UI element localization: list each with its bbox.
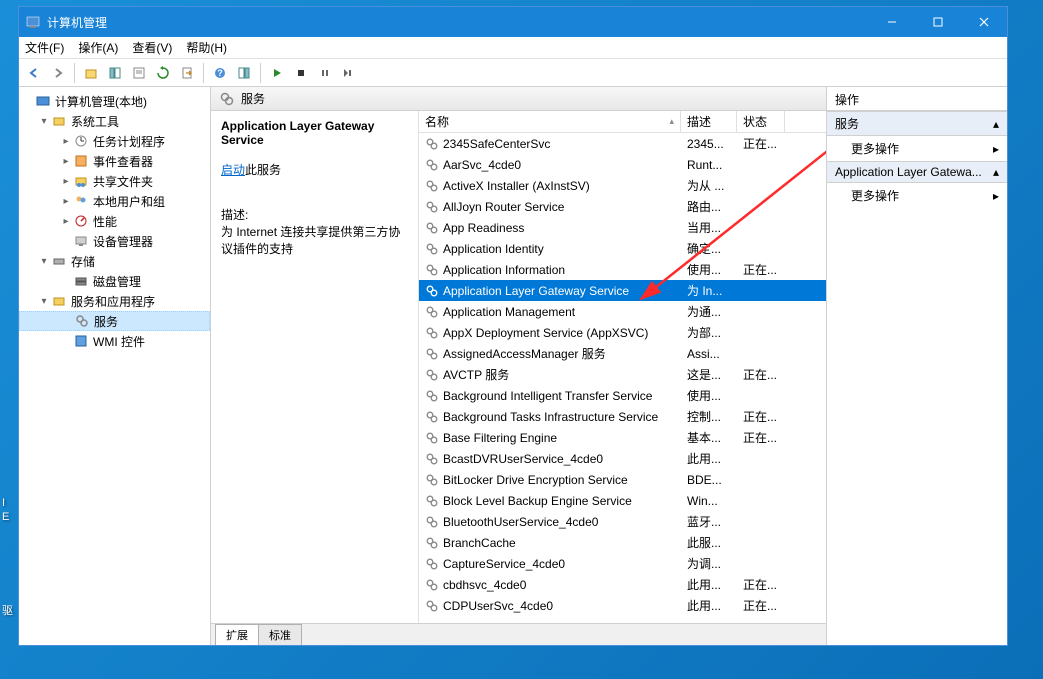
actions-more-1[interactable]: 更多操作▸ (827, 136, 1007, 161)
service-row[interactable]: Application Identity确定... (419, 238, 826, 259)
start-service-link[interactable]: 启动 (221, 163, 245, 177)
gear-icon (219, 91, 235, 107)
actions-more-2[interactable]: 更多操作▸ (827, 183, 1007, 208)
tree-local-users[interactable]: ▸本地用户和组 (19, 191, 210, 211)
play-button[interactable] (266, 62, 288, 84)
tab-extended[interactable]: 扩展 (215, 624, 259, 645)
tree-performance[interactable]: ▸性能 (19, 211, 210, 231)
service-row[interactable]: CDPUserSvc_4cde0此用...正在... (419, 595, 826, 616)
service-row[interactable]: AssignedAccessManager 服务Assi... (419, 343, 826, 364)
list-header: 名称▴ 描述 状态 (419, 111, 826, 133)
desktop-shortcut-label: I (2, 497, 5, 509)
tree-wmi[interactable]: WMI 控件 (19, 331, 210, 351)
tab-standard[interactable]: 标准 (258, 624, 302, 645)
service-detail-pane: Application Layer Gateway Service 启动此服务 … (211, 111, 419, 623)
mmc-window: 计算机管理 文件(F) 操作(A) 查看(V) 帮助(H) ? 计算机管理(本地… (18, 6, 1008, 646)
show-hide-action-button[interactable] (233, 62, 255, 84)
service-row[interactable]: Application Layer Gateway Service为 In... (419, 280, 826, 301)
selected-service-name: Application Layer Gateway Service (221, 119, 408, 147)
service-row[interactable]: BitLocker Drive Encryption ServiceBDE... (419, 469, 826, 490)
pause-button[interactable] (314, 62, 336, 84)
service-row[interactable]: BcastDVRUserService_4cde0此用... (419, 448, 826, 469)
help-button[interactable]: ? (209, 62, 231, 84)
service-row[interactable]: AppX Deployment Service (AppXSVC)为部... (419, 322, 826, 343)
refresh-button[interactable] (152, 62, 174, 84)
service-row[interactable]: BluetoothUserService_4cde0蓝牙... (419, 511, 826, 532)
tree-event-viewer[interactable]: ▸事件查看器 (19, 151, 210, 171)
up-button[interactable] (80, 62, 102, 84)
service-row[interactable]: cbdhsvc_4cde0此用...正在... (419, 574, 826, 595)
stop-button[interactable] (290, 62, 312, 84)
tree-system-tools[interactable]: ▾系统工具 (19, 111, 210, 131)
service-row[interactable]: Application Information使用...正在... (419, 259, 826, 280)
tree-root[interactable]: 计算机管理(本地) (19, 91, 210, 111)
forward-button[interactable] (47, 62, 69, 84)
center-header-label: 服务 (241, 90, 265, 107)
service-row[interactable]: AVCTP 服务这是...正在... (419, 364, 826, 385)
svg-text:?: ? (217, 68, 223, 78)
collapse-icon: ▴ (993, 117, 999, 131)
service-row[interactable]: Background Intelligent Transfer Service使… (419, 385, 826, 406)
service-row[interactable]: 2345SafeCenterSvc2345...正在... (419, 133, 826, 154)
actions-header: 操作 (827, 87, 1007, 111)
description-label: 描述: (221, 206, 408, 223)
tree-shared-folders[interactable]: ▸共享文件夹 (19, 171, 210, 191)
tree-device-manager[interactable]: 设备管理器 (19, 231, 210, 251)
column-status[interactable]: 状态 (737, 111, 785, 132)
service-row[interactable]: CaptureService_4cde0为调... (419, 553, 826, 574)
service-row[interactable]: Block Level Backup Engine ServiceWin... (419, 490, 826, 511)
menu-file[interactable]: 文件(F) (25, 39, 64, 56)
minimize-button[interactable] (869, 7, 915, 37)
tree-services[interactable]: 服务 (19, 311, 210, 331)
desktop-shortcut-label: 驱 (2, 602, 13, 618)
center-panel: 服务 Application Layer Gateway Service 启动此… (211, 87, 827, 645)
show-hide-tree-button[interactable] (104, 62, 126, 84)
menubar: 文件(F) 操作(A) 查看(V) 帮助(H) (19, 37, 1007, 59)
app-icon (25, 14, 41, 30)
toolbar: ? (19, 59, 1007, 87)
chevron-right-icon: ▸ (993, 142, 999, 156)
column-description[interactable]: 描述 (681, 111, 737, 132)
service-row[interactable]: BranchCache此服... (419, 532, 826, 553)
tree-storage[interactable]: ▾存储 (19, 251, 210, 271)
service-row[interactable]: Background Tasks Infrastructure Service控… (419, 406, 826, 427)
service-row[interactable]: ActiveX Installer (AxInstSV)为从 ... (419, 175, 826, 196)
window-title: 计算机管理 (47, 14, 869, 31)
menu-help[interactable]: 帮助(H) (186, 39, 227, 56)
close-button[interactable] (961, 7, 1007, 37)
restart-button[interactable] (338, 62, 360, 84)
chevron-right-icon: ▸ (993, 189, 999, 203)
center-header: 服务 (211, 87, 826, 111)
start-service-line: 启动此服务 (221, 161, 408, 178)
service-row[interactable]: Base Filtering Engine基本...正在... (419, 427, 826, 448)
collapse-icon: ▴ (993, 165, 999, 179)
bottom-tabs: 扩展 标准 (211, 623, 826, 645)
description-text: 为 Internet 连接共享提供第三方协议插件的支持 (221, 223, 408, 257)
menu-action[interactable]: 操作(A) (78, 39, 118, 56)
navigation-tree[interactable]: 计算机管理(本地) ▾系统工具 ▸任务计划程序 ▸事件查看器 ▸共享文件夹 ▸本… (19, 87, 211, 645)
maximize-button[interactable] (915, 7, 961, 37)
column-name[interactable]: 名称▴ (419, 111, 681, 132)
actions-group-selected[interactable]: Application Layer Gatewa...▴ (827, 161, 1007, 183)
service-row[interactable]: AarSvc_4cde0Runt... (419, 154, 826, 175)
actions-panel: 操作 服务▴ 更多操作▸ Application Layer Gatewa...… (827, 87, 1007, 645)
menu-view[interactable]: 查看(V) (132, 39, 172, 56)
export-button[interactable] (176, 62, 198, 84)
titlebar: 计算机管理 (19, 7, 1007, 37)
services-list[interactable]: 名称▴ 描述 状态 2345SafeCenterSvc2345...正在...A… (419, 111, 826, 623)
service-row[interactable]: AllJoyn Router Service路由... (419, 196, 826, 217)
tree-disk-management[interactable]: 磁盘管理 (19, 271, 210, 291)
properties-button[interactable] (128, 62, 150, 84)
tree-services-apps[interactable]: ▾服务和应用程序 (19, 291, 210, 311)
back-button[interactable] (23, 62, 45, 84)
service-row[interactable]: App Readiness当用... (419, 217, 826, 238)
tree-task-scheduler[interactable]: ▸任务计划程序 (19, 131, 210, 151)
actions-group-services[interactable]: 服务▴ (827, 111, 1007, 136)
service-row[interactable]: Application Management为通... (419, 301, 826, 322)
desktop-shortcut-label: E (2, 511, 9, 523)
